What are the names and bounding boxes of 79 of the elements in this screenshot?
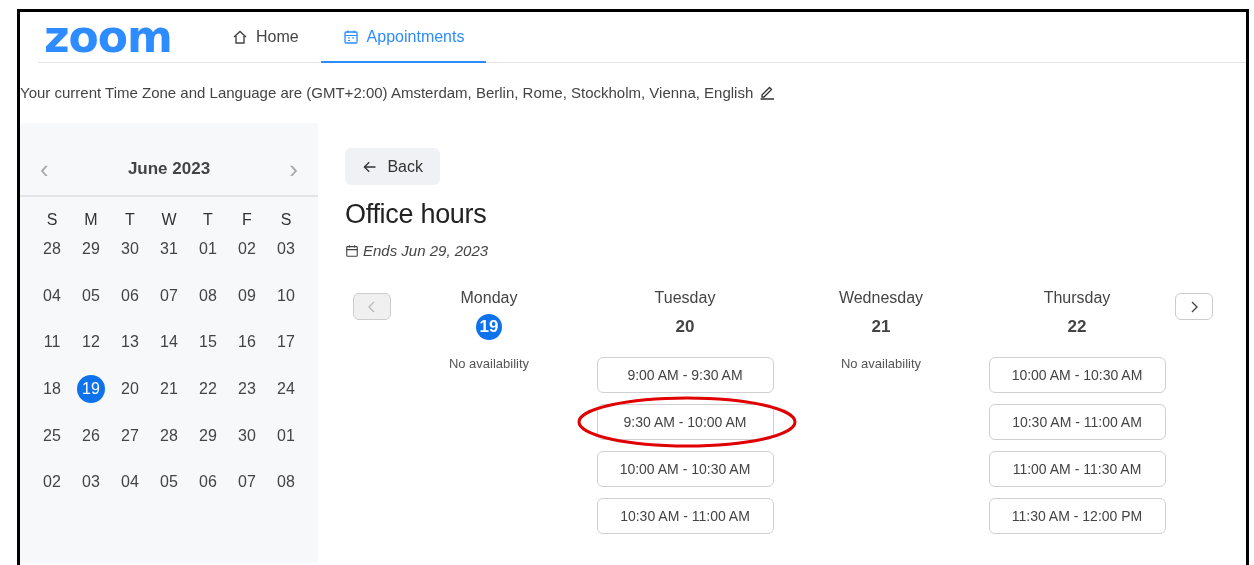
page-title: Office hours — [345, 199, 488, 230]
time-slot-button[interactable]: 10:00 AM - 10:30 AM — [596, 451, 774, 487]
weekday-label: F — [241, 210, 253, 230]
calendar-day[interactable]: 08 — [272, 468, 300, 497]
time-slot-button[interactable]: 9:00 AM - 9:30 AM — [596, 357, 774, 393]
calendar-day[interactable]: 16 — [233, 328, 261, 357]
timezone-text: Your current Time Zone and Language are (GMT+2:00) Amsterdam, Berlin, Rome, Stockholm, Vienna, English — [20, 83, 754, 101]
time-slot-button[interactable]: 10:30 AM - 11:00 AM — [988, 404, 1166, 440]
weekday-label: S — [45, 210, 59, 230]
day-number: 22 — [1066, 316, 1088, 338]
next-week-button[interactable] — [1175, 293, 1213, 320]
calendar-day[interactable]: 19 — [77, 375, 105, 404]
weekday-label: S — [279, 210, 293, 230]
time-slot-button[interactable]: 10:30 AM - 11:00 AM — [596, 498, 774, 534]
calendar-day[interactable]: 12 — [77, 328, 105, 357]
weekday-name: Monday — [460, 289, 518, 308]
no-availability-text: No availability — [448, 356, 530, 371]
weekday-label: M — [83, 210, 99, 230]
calendar-day[interactable]: 04 — [38, 281, 66, 310]
calendar-day[interactable]: 26 — [77, 421, 105, 450]
calendar-day[interactable]: 21 — [155, 375, 183, 404]
calendar-day[interactable]: 03 — [272, 235, 300, 263]
nav-tab[interactable]: Home — [209, 12, 321, 63]
calendar-day[interactable]: 18 — [38, 375, 66, 404]
calendar-icon — [342, 28, 359, 45]
day-number: 21 — [870, 316, 892, 338]
calendar-day[interactable]: 02 — [233, 235, 261, 263]
calendar-day[interactable]: 28 — [38, 235, 66, 263]
calendar-day[interactable]: 13 — [116, 328, 144, 357]
day-number: 20 — [674, 316, 696, 338]
calendar-day[interactable]: 17 — [272, 328, 300, 357]
calendar-day[interactable]: 14 — [155, 328, 183, 357]
calendar-day[interactable]: 05 — [155, 468, 183, 497]
calendar-day[interactable]: 06 — [194, 468, 222, 497]
calendar-day[interactable]: 01 — [194, 235, 222, 263]
calendar-day[interactable]: 05 — [77, 281, 105, 310]
calendar-day[interactable]: 28 — [155, 421, 183, 450]
calendar-day[interactable]: 07 — [233, 468, 261, 497]
month-label: June 2023 — [127, 159, 211, 179]
calendar-day[interactable]: 11 — [38, 328, 66, 357]
calendar-day[interactable]: 10 — [272, 281, 300, 310]
calendar-day[interactable]: 29 — [194, 421, 222, 450]
calendar-day[interactable]: 23 — [233, 375, 261, 404]
weekday-name: Tuesday — [654, 289, 716, 308]
calendar-day[interactable]: 24 — [272, 375, 300, 404]
calendar-day[interactable]: 01 — [272, 421, 300, 450]
calendar-day[interactable]: 29 — [77, 235, 105, 263]
weekday-label: T — [124, 210, 136, 230]
calendar-day[interactable]: 08 — [194, 281, 222, 310]
time-slot-button[interactable]: 10:00 AM - 10:30 AM — [988, 357, 1166, 393]
calendar-day[interactable]: 20 — [116, 375, 144, 404]
edit-icon[interactable] — [759, 84, 776, 100]
time-slot-button[interactable]: 11:30 AM - 12:00 PM — [988, 498, 1166, 534]
end-date-text: Ends Jun 29, 2023 — [363, 242, 489, 259]
time-slot-button[interactable]: 11:00 AM - 11:30 AM — [988, 451, 1166, 487]
weekday-label: T — [202, 210, 214, 230]
no-availability-text: No availability — [840, 356, 922, 371]
calendar-day[interactable]: 03 — [77, 468, 105, 497]
home-icon — [231, 28, 248, 45]
calendar-day[interactable]: 31 — [155, 235, 183, 263]
time-slot-button[interactable]: 9:30 AM - 10:00 AM — [596, 404, 774, 440]
calendar-day[interactable]: 07 — [155, 281, 183, 310]
weekday-name: Wednesday — [838, 289, 924, 308]
day-number: 19 — [476, 314, 502, 340]
calendar-day[interactable]: 25 — [38, 421, 66, 450]
weekday-label: W — [160, 210, 178, 230]
calendar-day[interactable]: 06 — [116, 281, 144, 310]
calendar-day[interactable]: 15 — [194, 328, 222, 357]
zoom-logo: zoom — [44, 15, 172, 59]
calendar-icon — [345, 243, 359, 258]
calendar-day[interactable]: 04 — [116, 468, 144, 497]
calendar-day[interactable]: 30 — [116, 235, 144, 263]
back-button[interactable]: Back — [345, 148, 440, 185]
calendar-day[interactable]: 09 — [233, 281, 261, 310]
calendar-day[interactable]: 22 — [194, 375, 222, 404]
calendar-day[interactable]: 30 — [233, 421, 261, 450]
weekday-name: Thursday — [1043, 289, 1111, 308]
calendar-day[interactable]: 02 — [38, 468, 66, 497]
calendar-day[interactable]: 27 — [116, 421, 144, 450]
